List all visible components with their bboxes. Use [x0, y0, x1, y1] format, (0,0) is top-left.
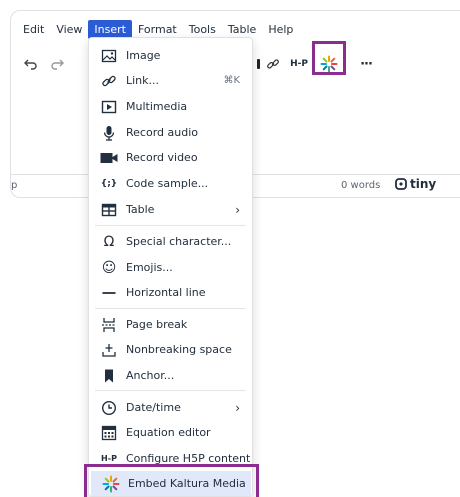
emoji-icon: ☺ [101, 259, 117, 276]
link-icon [267, 59, 279, 69]
omega-icon: Ω [103, 233, 115, 250]
menu-divider [95, 225, 246, 226]
page-break-icon [100, 316, 118, 334]
menu-item-date-time[interactable]: Date/time › [89, 395, 252, 420]
toolbar-partial-icon[interactable] [255, 50, 261, 78]
menu-item-label: Record video [126, 151, 198, 164]
menu-item-label: Image [126, 49, 161, 62]
menu-item-label: Multimedia [126, 100, 188, 113]
partial-icon [256, 59, 260, 69]
table-icon [100, 201, 118, 219]
menu-item-page-break[interactable]: Page break [89, 312, 252, 337]
menu-view[interactable]: View [50, 20, 88, 39]
menu-item-table[interactable]: Table › [89, 197, 252, 222]
word-count[interactable]: 0 words [341, 180, 380, 191]
menu-item-label: Record audio [126, 126, 198, 139]
video-camera-icon [100, 149, 118, 167]
menu-divider [95, 390, 246, 391]
h5p-icon: H-P [290, 59, 308, 69]
nonbreaking-space-icon [100, 341, 118, 359]
menu-item-record-video[interactable]: Record video [89, 145, 252, 170]
bookmark-icon [100, 367, 118, 385]
menu-format[interactable]: Format [132, 20, 183, 39]
horizontal-line-icon [100, 284, 118, 302]
menu-item-anchor[interactable]: Anchor... [89, 363, 252, 388]
menu-item-equation-editor[interactable]: Equation editor [89, 420, 252, 445]
tiny-icon [395, 178, 407, 190]
menu-item-label: Nonbreaking space [126, 343, 232, 356]
menu-item-link[interactable]: Link... ⌘K [89, 68, 252, 93]
link-icon [100, 72, 118, 90]
menu-item-nonbreaking-space[interactable]: Nonbreaking space [89, 337, 252, 362]
microphone-icon [100, 124, 118, 142]
menu-item-label: Anchor... [126, 369, 175, 382]
menu-kaltura-highlight [84, 464, 259, 497]
menu-item-label: Special character... [126, 235, 232, 248]
multimedia-icon [100, 98, 118, 116]
more-button[interactable]: ··· [355, 50, 377, 78]
undo-button[interactable] [19, 50, 43, 78]
undo-icon [24, 59, 37, 70]
menu-item-label: Link... [126, 74, 160, 87]
h5p-button[interactable]: H-P [287, 50, 311, 78]
clock-icon [100, 399, 118, 417]
menu-item-label: Emojis... [126, 261, 173, 274]
insert-menu: Image Link... ⌘K Multimedia Record audio… [88, 37, 253, 497]
element-path[interactable]: p [11, 180, 17, 191]
menu-item-emojis[interactable]: ☺ Emojis... [89, 255, 252, 280]
menu-item-special-character[interactable]: Ω Special character... [89, 229, 252, 254]
equation-editor-icon [100, 424, 118, 442]
menu-item-image[interactable]: Image [89, 43, 252, 68]
menu-item-label: Equation editor [126, 426, 211, 439]
menu-item-code-sample[interactable]: {;} Code sample... [89, 171, 252, 196]
menu-help[interactable]: Help [262, 20, 299, 39]
link-button[interactable] [263, 50, 283, 78]
menu-item-label: Code sample... [126, 177, 209, 190]
chevron-right-icon: › [235, 400, 240, 415]
menu-item-label: Horizontal line [126, 286, 206, 299]
code-sample-icon: {;} [100, 178, 118, 189]
tiny-brand-label: tiny [410, 177, 437, 191]
redo-icon [51, 59, 64, 70]
menu-item-label: Page break [126, 318, 188, 331]
more-icon: ··· [360, 56, 373, 72]
menu-item-record-audio[interactable]: Record audio [89, 120, 252, 145]
menu-divider [95, 308, 246, 309]
tiny-logo[interactable]: tiny [395, 177, 436, 191]
menu-item-label: Table [126, 203, 155, 216]
toolbar-kaltura-highlight [312, 41, 346, 75]
chevron-right-icon: › [235, 202, 240, 217]
redo-button[interactable] [45, 50, 69, 78]
menu-table[interactable]: Table [222, 20, 262, 39]
menu-edit[interactable]: Edit [17, 20, 50, 39]
menu-insert[interactable]: Insert [88, 19, 132, 39]
menu-item-horizontal-line[interactable]: Horizontal line [89, 280, 252, 305]
menu-item-multimedia[interactable]: Multimedia [89, 94, 252, 119]
menu-item-label: Date/time [126, 401, 181, 414]
image-icon [100, 47, 118, 65]
shortcut-hint: ⌘K [223, 75, 240, 86]
menu-tools[interactable]: Tools [183, 20, 222, 39]
